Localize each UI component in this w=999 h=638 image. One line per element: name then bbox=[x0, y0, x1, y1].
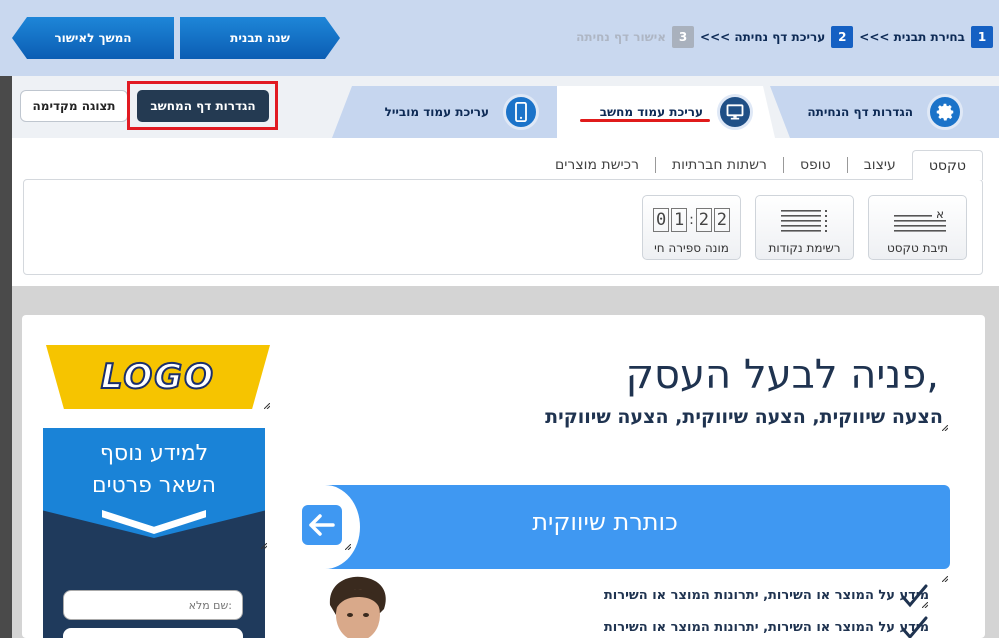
wizard-steps: 1 בחירת תבנית >>> 2 עריכת דף נחיתה >>> 3… bbox=[576, 26, 993, 48]
resize-handle-icon[interactable] bbox=[345, 544, 351, 550]
left-edge bbox=[0, 76, 12, 638]
resize-handle-icon[interactable] bbox=[261, 543, 267, 549]
preview-button[interactable]: תצוגה מקדימה bbox=[20, 90, 128, 122]
subtab-social[interactable]: רשתות חברתיות bbox=[656, 150, 783, 180]
step-2[interactable]: 2 עריכת דף נחיתה >>> bbox=[700, 26, 854, 48]
tab-label: הגדרות דף הנחיתה bbox=[807, 105, 913, 119]
resize-handle-icon[interactable] bbox=[942, 576, 948, 582]
desktop-icon bbox=[717, 94, 753, 130]
bullet-list-tool[interactable]: רשימת נקודות bbox=[755, 195, 854, 260]
counter-icon: 0 1 : 2 2 bbox=[653, 208, 730, 232]
tab-label: עריכת עמוד מחשב bbox=[599, 105, 703, 119]
tab-desktop-edit[interactable]: עריכת עמוד מחשב bbox=[557, 86, 775, 138]
step-label: בחירת תבנית >>> bbox=[859, 30, 965, 44]
resize-handle-icon[interactable] bbox=[922, 602, 928, 608]
divider bbox=[846, 157, 848, 173]
checkmark-icon bbox=[901, 616, 928, 638]
tool-label: מונה ספירה חי bbox=[654, 241, 729, 255]
tab-landing-settings[interactable]: הגדרות דף הנחיתה bbox=[770, 86, 999, 138]
step-number: 2 bbox=[831, 26, 854, 48]
text-box-icon: א bbox=[890, 206, 946, 238]
tool-label: רשימת נקודות bbox=[768, 241, 841, 255]
form-title-line: למידע נוסף bbox=[99, 441, 209, 466]
step-1[interactable]: 1 בחירת תבנית >>> bbox=[859, 26, 993, 48]
text-glyph: א bbox=[936, 207, 944, 221]
desktop-settings-button[interactable]: הגדרות דף המחשב bbox=[137, 90, 269, 122]
subtab-text[interactable]: טקסט bbox=[911, 150, 983, 180]
subtab-products[interactable]: רכישת מוצרים bbox=[539, 150, 655, 180]
step-label: אישור דף נחיתה bbox=[576, 30, 667, 44]
page-subheadline[interactable]: הצעה שיווקית, הצעה שיווקית, הצעה שיווקית bbox=[545, 406, 943, 428]
logo: LOGO bbox=[100, 356, 216, 398]
step-number: 1 bbox=[971, 26, 993, 48]
person-photo[interactable] bbox=[318, 575, 398, 638]
tool-label: תיבת טקסט bbox=[886, 241, 949, 255]
bullet-item[interactable]: מידע על המוצר או השירות, יתרונות המוצר א… bbox=[604, 588, 929, 603]
tool-subtabs: טקסט עיצוב טופס רשתות חברתיות רכישת מוצר… bbox=[539, 150, 983, 180]
counter-colon: : bbox=[689, 212, 694, 228]
page-headline[interactable]: פניה לבעל העסק, bbox=[626, 352, 939, 398]
form-title: למידע נוסף השאר פרטים bbox=[43, 438, 265, 502]
change-template-button[interactable]: שנה תבנית bbox=[180, 17, 340, 59]
mobile-icon bbox=[503, 94, 539, 130]
counter-digit: 2 bbox=[695, 208, 712, 232]
tab-label: עריכת עמוד מובייל bbox=[384, 105, 489, 119]
subtab-form[interactable]: טופס bbox=[784, 150, 847, 180]
logo-block[interactable]: LOGO bbox=[46, 345, 270, 409]
divider bbox=[782, 157, 784, 173]
continue-to-approval-button[interactable]: המשך לאישור bbox=[12, 17, 174, 59]
step-label: עריכת דף נחיתה >>> bbox=[700, 30, 826, 44]
resize-handle-icon[interactable] bbox=[264, 403, 270, 409]
counter-digit: 1 bbox=[671, 208, 688, 232]
bullet-item[interactable]: מידע על המוצר או השירות, יתרונות המוצר א… bbox=[604, 620, 929, 635]
full-name-field[interactable] bbox=[63, 590, 243, 620]
step-3: 3 אישור דף נחיתה bbox=[576, 26, 695, 48]
subtab-design[interactable]: עיצוב bbox=[848, 150, 912, 180]
step-number: 3 bbox=[672, 26, 695, 48]
active-tab-underline bbox=[580, 119, 710, 122]
divider bbox=[654, 157, 656, 173]
tab-mobile-edit[interactable]: עריכת עמוד מובייל bbox=[332, 86, 557, 138]
countdown-tool[interactable]: 0 1 : 2 2 מונה ספירה חי bbox=[642, 195, 741, 260]
banner-title: כותרת שיווקית bbox=[532, 508, 678, 536]
form-field[interactable] bbox=[63, 628, 243, 638]
bullet-list-icon bbox=[779, 206, 831, 240]
counter-digit: 0 bbox=[653, 208, 670, 232]
text-box-tool[interactable]: א תיבת טקסט bbox=[868, 195, 967, 260]
gear-icon bbox=[927, 94, 963, 130]
form-title-line: השאר פרטים bbox=[91, 473, 217, 498]
resize-handle-icon[interactable] bbox=[942, 425, 948, 431]
counter-digit: 2 bbox=[713, 208, 730, 232]
